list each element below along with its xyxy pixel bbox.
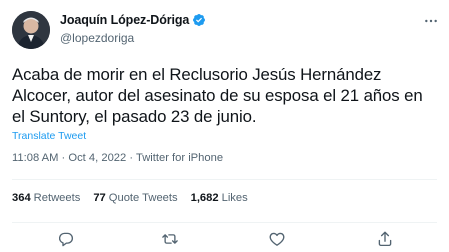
likes-label: Likes: [221, 192, 248, 204]
divider: [12, 179, 437, 180]
tweet-date[interactable]: Oct 4, 2022: [68, 152, 126, 164]
more-options-icon[interactable]: [423, 13, 439, 29]
tweet-metadata: 11:08 AM · Oct 4, 2022 · Twitter for iPh…: [12, 152, 223, 164]
meta-separator: ·: [58, 152, 69, 164]
retweets-stat[interactable]: 364 Retweets: [12, 192, 80, 204]
retweets-count: 364: [12, 192, 31, 204]
retweet-icon[interactable]: [161, 230, 179, 248]
reply-icon[interactable]: [57, 230, 75, 248]
author-name-row: Joaquín López-Dóriga: [60, 13, 206, 27]
translate-tweet-link[interactable]: Translate Tweet: [12, 130, 86, 142]
divider: [12, 222, 437, 223]
author-handle[interactable]: @lopezdoriga: [60, 31, 134, 45]
tweet-card: Joaquín López-Dóriga @lopezdoriga Acaba …: [0, 0, 449, 252]
tweet-source[interactable]: Twitter for iPhone: [136, 152, 223, 164]
share-icon[interactable]: [376, 230, 394, 248]
tweet-time[interactable]: 11:08 AM: [12, 152, 58, 164]
avatar[interactable]: [12, 11, 50, 49]
verified-badge-icon: [192, 13, 206, 27]
quote-tweets-stat[interactable]: 77 Quote Tweets: [93, 192, 177, 204]
quote-tweets-label: Quote Tweets: [108, 192, 178, 204]
action-bar: [0, 228, 449, 250]
author-display-name[interactable]: Joaquín López-Dóriga: [60, 13, 189, 27]
tweet-text: Acaba de morir en el Reclusorio Jesús He…: [12, 65, 423, 126]
meta-separator: ·: [126, 152, 136, 164]
retweets-label: Retweets: [33, 192, 81, 204]
quote-tweets-count: 77: [93, 192, 106, 204]
likes-stat[interactable]: 1,682 Likes: [191, 192, 248, 204]
tweet-stats: 364 Retweets 77 Quote Tweets 1,682 Likes: [12, 192, 261, 204]
likes-count: 1,682: [190, 192, 219, 204]
like-icon[interactable]: [268, 230, 286, 248]
